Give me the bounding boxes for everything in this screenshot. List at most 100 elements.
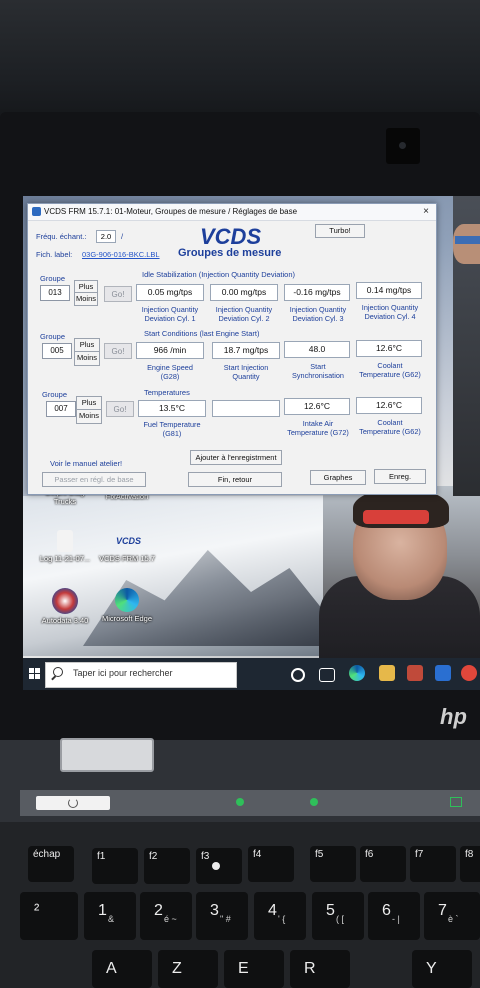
- key-4[interactable]: 4 ' {: [254, 892, 306, 940]
- group-label: Groupe: [40, 332, 66, 341]
- measurement-value: 13.5°C: [138, 400, 206, 417]
- frequency-label: Fréqu. échant.:: [36, 232, 87, 241]
- group-number-input[interactable]: 005: [42, 343, 72, 359]
- measurement-description: Injection Quantity Deviation Cyl. 3: [289, 305, 347, 323]
- widgets-icon[interactable]: [319, 668, 335, 682]
- key-r[interactable]: R: [290, 950, 350, 988]
- measurement-description: Intake Air Temperature (G72): [287, 419, 349, 437]
- go-button[interactable]: Go!: [106, 401, 134, 417]
- key-f5[interactable]: f5: [310, 846, 356, 882]
- key-sublabel: " #: [220, 914, 231, 924]
- record-button[interactable]: Ajouter à l'enregistrment: [190, 450, 282, 465]
- measurement-value: 12.6°C: [356, 340, 422, 357]
- key-e[interactable]: E: [224, 950, 284, 988]
- key-sublabel: ( [: [336, 914, 344, 924]
- key-sublabel: - |: [392, 914, 400, 924]
- key-label: ²: [34, 902, 40, 919]
- turbo-button[interactable]: Turbo!: [315, 224, 365, 238]
- app-taskbar-icon[interactable]: [461, 665, 477, 681]
- key-f3[interactable]: f3: [196, 848, 242, 884]
- network-indicator-icon: [310, 798, 318, 806]
- webcam: [386, 128, 420, 164]
- desktop-icon-label: Microsoft Edge: [101, 614, 153, 623]
- group-number-input[interactable]: 007: [46, 401, 76, 417]
- hp-logo: hp: [440, 704, 467, 729]
- key-f7[interactable]: f7: [410, 846, 456, 882]
- plus-button[interactable]: Plus: [74, 280, 98, 293]
- key-superscript-two[interactable]: ²: [20, 892, 78, 940]
- manual-link[interactable]: Voir le manuel atelier!: [50, 459, 122, 468]
- minus-button[interactable]: Moins: [74, 352, 100, 366]
- group-label: Groupe: [42, 390, 68, 399]
- key-a[interactable]: A: [92, 950, 152, 988]
- measurement-value: 48.0: [284, 341, 350, 358]
- key-escape[interactable]: échap: [28, 846, 74, 882]
- key-f8[interactable]: f8: [460, 846, 480, 882]
- key-6[interactable]: 6- |: [368, 892, 420, 940]
- desktop-icon-vcds[interactable]: VCDS VCDS FRM 15.7: [85, 530, 169, 563]
- minus-button[interactable]: Moins: [76, 410, 102, 424]
- key-y[interactable]: Y: [412, 950, 472, 988]
- group-number-input[interactable]: 013: [40, 285, 70, 301]
- mail-icon[interactable]: [435, 665, 451, 681]
- go-button[interactable]: Go!: [104, 286, 132, 302]
- minus-button[interactable]: Moins: [74, 293, 98, 306]
- pointing-stick[interactable]: [212, 862, 220, 870]
- window-title: VCDS FRM 15.7.1: 01-Moteur, Groupes de m…: [44, 207, 298, 216]
- key-7[interactable]: 7è `: [424, 892, 480, 940]
- wallpaper-person-glasses: [363, 510, 429, 524]
- key-5[interactable]: 5( [: [312, 892, 364, 940]
- graphs-button[interactable]: Graphes: [310, 470, 366, 485]
- go-button[interactable]: Go!: [104, 343, 132, 359]
- measurement-description: Start Injection Quantity: [223, 363, 269, 381]
- measurement-description: Start Synchronisation: [292, 362, 344, 380]
- key-label: Y: [426, 960, 437, 977]
- measurement-value: 18.7 mg/tps: [212, 342, 280, 359]
- basic-settings-button[interactable]: Passer en régl. de base: [42, 472, 146, 487]
- measurement-value: -0.16 mg/tps: [284, 284, 350, 301]
- power-button[interactable]: [36, 796, 110, 810]
- store-icon[interactable]: [407, 665, 423, 681]
- start-button[interactable]: [25, 658, 45, 690]
- key-1[interactable]: 1 &: [84, 892, 136, 940]
- key-2[interactable]: 2é ~: [140, 892, 192, 940]
- measurement-description: Injection Quantity Deviation Cyl. 2: [215, 305, 273, 323]
- key-label: R: [304, 960, 316, 977]
- search-input[interactable]: Taper ici pour rechercher: [73, 668, 173, 678]
- key-label: f5: [315, 849, 324, 860]
- wallpaper-person-side-glasses: [455, 236, 480, 244]
- measurement-value: [212, 400, 280, 417]
- label-file-link[interactable]: 03G-906-016-BKC.LBL: [82, 250, 160, 259]
- key-label: 1: [98, 902, 107, 919]
- measurement-description: Injection Quantity Deviation Cyl. 4: [361, 303, 419, 321]
- key-f6[interactable]: f6: [360, 846, 406, 882]
- power-icon: [68, 798, 78, 808]
- key-f1[interactable]: f1: [92, 848, 138, 884]
- measurement-description: Coolant Temperature (G62): [359, 361, 421, 379]
- key-3[interactable]: 3 " #: [196, 892, 248, 940]
- plus-button[interactable]: Plus: [76, 396, 102, 410]
- plus-button[interactable]: Plus: [74, 338, 100, 352]
- key-z[interactable]: Z: [158, 950, 218, 988]
- measurement-description: Coolant Temperature (G62): [359, 418, 421, 436]
- hinge: [60, 738, 154, 772]
- wifi-indicator-icon: [236, 798, 244, 806]
- desktop-icon-edge[interactable]: Microsoft Edge: [85, 588, 169, 623]
- wallpaper-person-side-face: [453, 224, 480, 264]
- title-bar[interactable]: VCDS FRM 15.7.1: 01-Moteur, Groupes de m…: [28, 204, 436, 221]
- key-sublabel: è `: [448, 914, 459, 924]
- close-button[interactable]: ×: [418, 204, 434, 220]
- file-explorer-icon[interactable]: [379, 665, 395, 681]
- key-label: A: [106, 960, 117, 977]
- finish-button[interactable]: Fin, retour: [188, 472, 282, 487]
- measurement-value: 0.00 mg/tps: [210, 284, 278, 301]
- save-button[interactable]: Enreg.: [374, 469, 426, 484]
- key-label: 4: [268, 902, 277, 919]
- webcam-lens-icon: [399, 142, 406, 149]
- key-f4[interactable]: f4: [248, 846, 294, 882]
- vcds-window[interactable]: VCDS FRM 15.7.1: 01-Moteur, Groupes de m…: [27, 203, 437, 495]
- key-f2[interactable]: f2: [144, 848, 190, 884]
- task-view-icon[interactable]: [291, 668, 305, 682]
- edge-taskbar-icon[interactable]: [349, 665, 365, 681]
- key-label: f7: [415, 849, 424, 860]
